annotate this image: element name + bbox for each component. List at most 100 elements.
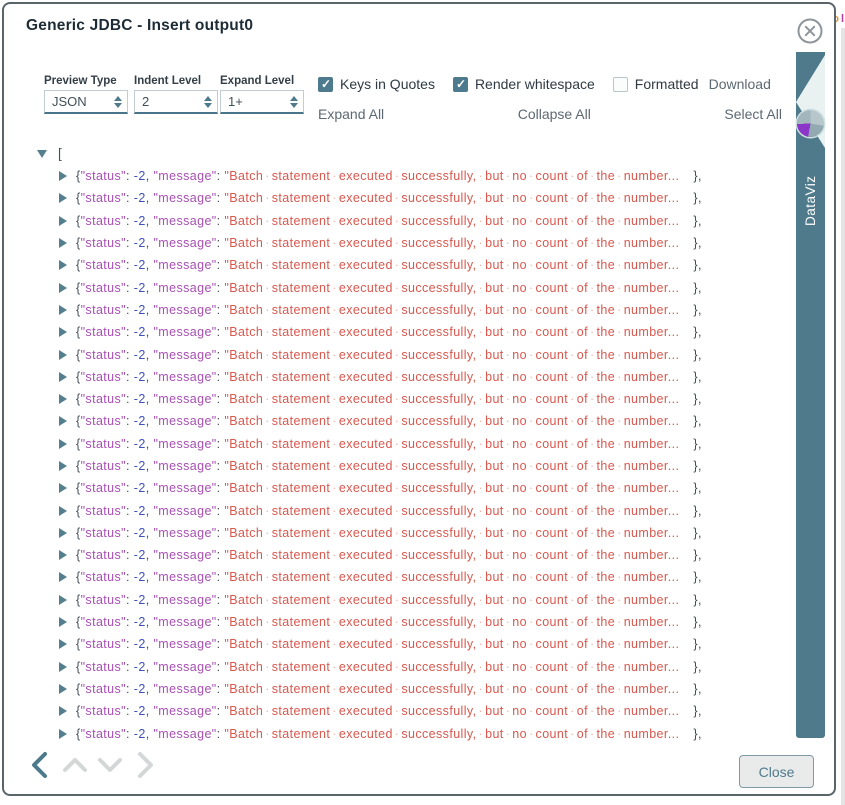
- json-row-text: {"status": -2, "message": "Batch·stateme…: [76, 437, 702, 451]
- table-row[interactable]: {"status": -2, "message": "Batch·stateme…: [4, 566, 784, 588]
- table-row[interactable]: {"status": -2, "message": "Batch·stateme…: [4, 455, 784, 477]
- expand-triangle-icon[interactable]: [59, 684, 67, 694]
- table-row[interactable]: {"status": -2, "message": "Batch·stateme…: [4, 187, 784, 209]
- expand-triangle-icon[interactable]: [59, 617, 67, 627]
- table-row[interactable]: {"status": -2, "message": "Batch·stateme…: [4, 433, 784, 455]
- json-row-text: {"status": -2, "message": "Batch·stateme…: [76, 704, 702, 718]
- message-words: "Batch·statement·executed·successfully,·…: [224, 481, 679, 495]
- expand-triangle-icon[interactable]: [59, 416, 67, 426]
- expand-triangle-icon[interactable]: [59, 595, 67, 605]
- message-words: "Batch·statement·executed·successfully,·…: [224, 414, 679, 428]
- table-row[interactable]: {"status": -2, "message": "Batch·stateme…: [4, 656, 784, 678]
- table-row[interactable]: {"status": -2, "message": "Batch·stateme…: [4, 477, 784, 499]
- expand-level-value: 1+: [228, 94, 290, 109]
- expand-triangle-icon[interactable]: [59, 662, 67, 672]
- json-row-text: {"status": -2, "message": "Batch·stateme…: [76, 169, 702, 183]
- preview-type-label: Preview Type: [44, 75, 128, 87]
- table-row[interactable]: {"status": -2, "message": "Batch·stateme…: [4, 165, 784, 187]
- table-row[interactable]: {"status": -2, "message": "Batch·stateme…: [4, 366, 784, 388]
- formatted-checkbox[interactable]: [613, 77, 628, 92]
- message-words: "Batch·statement·executed·successfully,·…: [224, 303, 679, 317]
- json-row-text: {"status": -2, "message": "Batch·stateme…: [76, 570, 702, 584]
- indent-level-select[interactable]: 2: [134, 90, 218, 114]
- json-row-text: {"status": -2, "message": "Batch·stateme…: [76, 191, 702, 205]
- close-icon[interactable]: [795, 16, 825, 46]
- expand-triangle-icon[interactable]: [59, 729, 67, 739]
- expand-triangle-icon[interactable]: [59, 216, 67, 226]
- table-row[interactable]: {"status": -2, "message": "Batch·stateme…: [4, 678, 784, 700]
- preview-type-value: JSON: [52, 94, 114, 109]
- expand-triangle-icon[interactable]: [59, 394, 67, 404]
- keys-in-quotes-checkbox[interactable]: [318, 77, 333, 92]
- expand-triangle-icon[interactable]: [59, 506, 67, 516]
- message-words: "Batch·statement·executed·successfully,·…: [224, 504, 679, 518]
- table-row[interactable]: {"status": -2, "message": "Batch·stateme…: [4, 410, 784, 432]
- table-row[interactable]: {"status": -2, "message": "Batch·stateme…: [4, 321, 784, 343]
- spinner-arrows-icon[interactable]: [114, 96, 122, 108]
- message-words: "Batch·statement·executed·successfully,·…: [224, 704, 679, 718]
- json-row-text: {"status": -2, "message": "Batch·stateme…: [76, 682, 702, 696]
- render-whitespace-checkbox[interactable]: [453, 77, 468, 92]
- expand-triangle-icon[interactable]: [59, 305, 67, 315]
- tab-dataviz[interactable]: DataViz: [796, 52, 825, 738]
- collapse-all-link[interactable]: Collapse All: [518, 106, 591, 122]
- expand-triangle-icon[interactable]: [59, 260, 67, 270]
- message-words: "Batch·statement·executed·successfully,·…: [224, 169, 679, 183]
- expand-triangle-icon[interactable]: [59, 171, 67, 181]
- message-words: "Batch·statement·executed·successfully,·…: [224, 593, 679, 607]
- table-row[interactable]: {"status": -2, "message": "Batch·stateme…: [4, 388, 784, 410]
- expand-all-link[interactable]: Expand All: [318, 106, 384, 122]
- preview-type-select[interactable]: JSON: [44, 90, 128, 114]
- table-row[interactable]: {"status": -2, "message": "Batch·stateme…: [4, 276, 784, 298]
- options-row: Keys in Quotes Render whitespace Formatt…: [318, 76, 771, 92]
- json-row-text: {"status": -2, "message": "Batch·stateme…: [76, 236, 702, 250]
- json-row-text: {"status": -2, "message": "Batch·stateme…: [76, 459, 702, 473]
- expand-triangle-icon[interactable]: [59, 350, 67, 360]
- expand-triangle-icon[interactable]: [59, 327, 67, 337]
- expand-triangle-icon[interactable]: [59, 372, 67, 382]
- table-row[interactable]: {"status": -2, "message": "Batch·stateme…: [4, 611, 784, 633]
- tree-actions-row: Expand All Collapse All Select All: [318, 106, 782, 122]
- json-root-row[interactable]: [: [4, 142, 784, 165]
- select-all-link[interactable]: Select All: [724, 106, 782, 122]
- expand-triangle-icon[interactable]: [59, 528, 67, 538]
- expand-triangle-icon[interactable]: [59, 483, 67, 493]
- expand-triangle-icon[interactable]: [59, 706, 67, 716]
- table-row[interactable]: {"status": -2, "message": "Batch·stateme…: [4, 210, 784, 232]
- indent-level-value: 2: [142, 94, 204, 109]
- table-row[interactable]: {"status": -2, "message": "Batch·stateme…: [4, 589, 784, 611]
- expand-triangle-icon[interactable]: [59, 550, 67, 560]
- expand-triangle-icon[interactable]: [59, 461, 67, 471]
- indent-level-group: Indent Level 2: [134, 75, 218, 114]
- table-row[interactable]: {"status": -2, "message": "Batch·stateme…: [4, 232, 784, 254]
- spinner-arrows-icon[interactable]: [290, 96, 298, 108]
- expand-triangle-icon[interactable]: [59, 283, 67, 293]
- message-words: "Batch·statement·executed·successfully,·…: [224, 660, 679, 674]
- spinner-arrows-icon[interactable]: [204, 96, 212, 108]
- expand-triangle-icon[interactable]: [59, 439, 67, 449]
- prev-record-icon[interactable]: [26, 750, 54, 780]
- table-row[interactable]: {"status": -2, "message": "Batch·stateme…: [4, 633, 784, 655]
- table-row[interactable]: {"status": -2, "message": "Batch·stateme…: [4, 499, 784, 521]
- expand-triangle-icon[interactable]: [59, 193, 67, 203]
- message-words: "Batch·statement·executed·successfully,·…: [224, 727, 679, 741]
- json-row-text: {"status": -2, "message": "Batch·stateme…: [76, 504, 702, 518]
- json-row-text: {"status": -2, "message": "Batch·stateme…: [76, 414, 702, 428]
- download-link[interactable]: Download: [709, 76, 771, 92]
- table-row[interactable]: {"status": -2, "message": "Batch·stateme…: [4, 700, 784, 722]
- table-row[interactable]: {"status": -2, "message": "Batch·stateme…: [4, 343, 784, 365]
- json-row-text: {"status": -2, "message": "Batch·stateme…: [76, 615, 702, 629]
- collapse-triangle-icon[interactable]: [37, 150, 47, 158]
- message-words: "Batch·statement·executed·successfully,·…: [224, 526, 679, 540]
- table-row[interactable]: {"status": -2, "message": "Batch·stateme…: [4, 522, 784, 544]
- expand-triangle-icon[interactable]: [59, 238, 67, 248]
- formatted-label: Formatted: [635, 76, 699, 92]
- table-row[interactable]: {"status": -2, "message": "Batch·stateme…: [4, 544, 784, 566]
- expand-triangle-icon[interactable]: [59, 639, 67, 649]
- expand-level-select[interactable]: 1+: [220, 90, 304, 114]
- expand-triangle-icon[interactable]: [59, 572, 67, 582]
- table-row[interactable]: {"status": -2, "message": "Batch·stateme…: [4, 254, 784, 276]
- close-button[interactable]: Close: [739, 755, 814, 788]
- table-row[interactable]: {"status": -2, "message": "Batch·stateme…: [4, 722, 784, 744]
- table-row[interactable]: {"status": -2, "message": "Batch·stateme…: [4, 299, 784, 321]
